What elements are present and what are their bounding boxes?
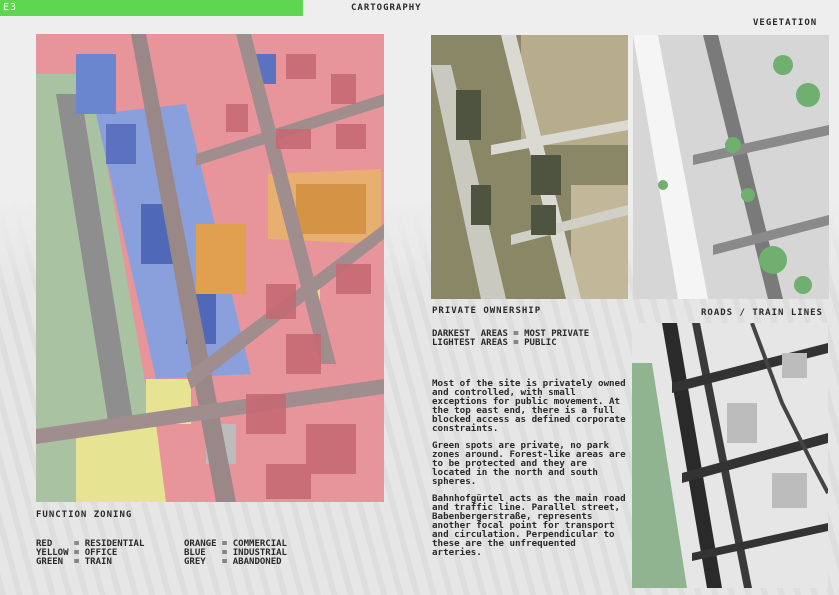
function-zoning-svg [36,34,384,502]
roads-svg [632,323,828,588]
page-code: E3 [3,2,18,13]
ownership-legend-line: LIGHTEST AREAS = PUBLIC [432,338,557,348]
paragraph-roads: Bahnhofgürtel acts as the main road and … [432,493,626,558]
vegetation-svg [633,35,829,299]
function-zoning-label: FUNCTION ZONING [36,510,133,520]
header-bar: E3 [0,0,303,16]
zoning-legend-right: ORANGE = COMMERCIAL BLUE = INDUSTRIAL GR… [184,540,287,567]
paragraph-vegetation: Green spots are private, no park zones a… [432,440,626,487]
function-zoning-map [36,34,384,502]
ownership-legend: DARKEST AREAS = MOST PRIVATE LIGHTEST AR… [432,330,589,348]
private-ownership-label: PRIVATE OWNERSHIP [432,306,542,316]
private-ownership-map [431,35,628,299]
ownership-svg [431,35,628,299]
legend-grey: GREY = ABANDONED [184,557,282,567]
vegetation-map [633,35,829,299]
page-title: CARTOGRAPHY [351,3,422,13]
paragraph-ownership: Most of the site is privately owned and … [432,378,626,434]
description-text: Most of the site is privately owned and … [432,379,626,565]
legend-green: GREEN = TRAIN [36,557,112,567]
vegetation-label: VEGETATION [753,18,818,28]
roads-label: ROADS / TRAIN LINES [701,308,823,318]
roads-map [632,323,828,588]
zoning-legend-left: RED = RESIDENTIAL YELLOW = OFFICE GREEN … [36,540,144,567]
